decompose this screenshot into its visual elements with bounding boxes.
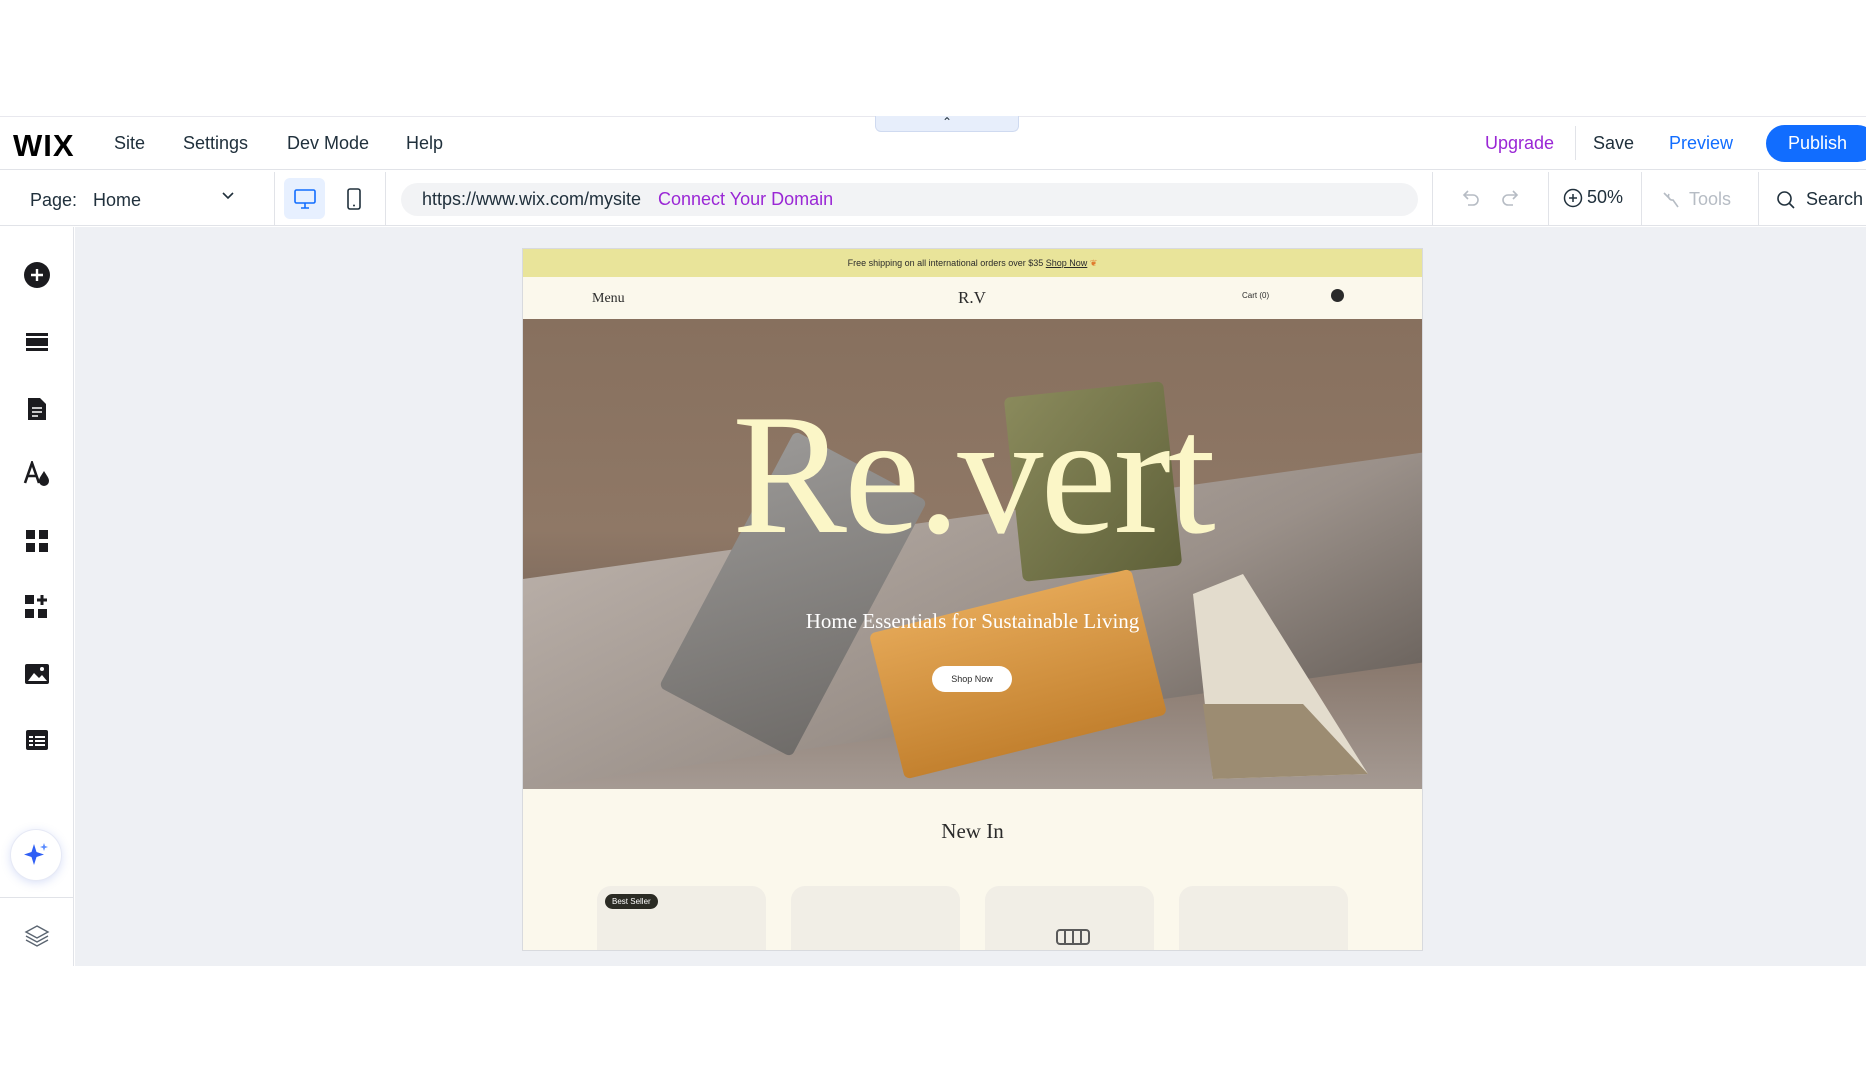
divider <box>1548 172 1549 226</box>
menu-site[interactable]: Site <box>114 133 145 154</box>
add-apps-icon[interactable] <box>22 592 52 622</box>
upgrade-button[interactable]: Upgrade <box>1485 133 1554 154</box>
sidebar-divider <box>0 897 74 898</box>
leaf-icon: ❦ <box>1089 258 1098 268</box>
menu-settings[interactable]: Settings <box>183 133 248 154</box>
site-menu[interactable]: Menu <box>592 291 625 307</box>
cms-icon[interactable] <box>22 725 52 755</box>
divider <box>1575 126 1576 160</box>
search-label: Search <box>1806 189 1864 209</box>
desktop-view-button[interactable] <box>284 178 325 219</box>
announcement-bar: Free shipping on all international order… <box>523 249 1422 277</box>
tools-label: Tools <box>1689 189 1732 209</box>
zoom-level: 50% <box>1587 187 1624 207</box>
shop-now-button[interactable]: Shop Now <box>932 666 1012 692</box>
add-elements-icon[interactable] <box>22 260 52 290</box>
connect-domain-link[interactable]: Connect Your Domain <box>658 189 833 210</box>
undo-icon[interactable] <box>1459 187 1481 215</box>
ai-assistant-button[interactable] <box>11 830 61 880</box>
redo-icon[interactable] <box>1500 187 1522 215</box>
page-selector[interactable]: Home <box>93 190 141 211</box>
search-button[interactable]: Search <box>1776 189 1863 210</box>
product-card[interactable] <box>791 886 960 950</box>
site-logo[interactable]: R.V <box>958 288 986 308</box>
preview-button[interactable]: Preview <box>1669 133 1733 154</box>
menu-dev-mode[interactable]: Dev Mode <box>287 133 369 154</box>
product-thumbnail-icon <box>1056 929 1090 945</box>
site-cart[interactable]: Cart (0) <box>1242 291 1269 300</box>
mobile-view-button[interactable] <box>333 178 374 219</box>
publish-button[interactable]: Publish <box>1766 125 1866 162</box>
mobile-icon <box>346 187 361 210</box>
announcement-text: Free shipping on all international order… <box>847 258 1044 268</box>
divider <box>1641 172 1642 226</box>
hero-subtitle: Home Essentials for Sustainable Living <box>805 609 1140 633</box>
wrench-icon <box>1663 191 1679 207</box>
divider <box>1432 172 1433 226</box>
save-button[interactable]: Save <box>1593 133 1634 154</box>
collapse-toolbar-tab[interactable]: ⌃ <box>875 116 1019 132</box>
chevron-up-icon: ⌃ <box>941 115 953 129</box>
product-card[interactable] <box>1179 886 1348 950</box>
tools-button[interactable]: Tools <box>1661 189 1731 210</box>
chevron-down-icon[interactable] <box>221 188 235 207</box>
best-seller-badge: Best Seller <box>605 894 658 909</box>
design-icon[interactable] <box>22 459 52 489</box>
zoom-control[interactable]: 50% <box>1563 187 1623 208</box>
zoom-in-icon <box>1563 188 1583 207</box>
divider <box>1758 172 1759 226</box>
site-url: https://www.wix.com/mysite <box>422 189 642 209</box>
product-card[interactable]: Best Seller <box>597 886 766 950</box>
user-icon[interactable] <box>1331 289 1344 302</box>
menu-help[interactable]: Help <box>406 133 443 154</box>
top-blank-area <box>0 0 1866 116</box>
ai-assistant-icon <box>24 843 48 865</box>
product-card[interactable] <box>985 886 1154 950</box>
hero-title: Re.vert <box>732 380 1215 570</box>
media-icon[interactable] <box>22 659 52 689</box>
site-preview[interactable]: Free shipping on all international order… <box>523 249 1422 950</box>
pages-icon[interactable] <box>22 394 52 424</box>
divider <box>385 172 386 226</box>
announcement-link[interactable]: Shop Now <box>1046 258 1088 268</box>
search-icon <box>1777 190 1795 209</box>
sections-icon[interactable] <box>22 327 52 357</box>
apps-icon[interactable] <box>22 526 52 556</box>
page-label: Page: <box>30 190 78 210</box>
desktop-icon <box>293 188 316 209</box>
new-in-heading: New In <box>941 819 1004 843</box>
hero-section: Re.vert Home Essentials for Sustainable … <box>523 319 1422 789</box>
bottom-blank-area <box>0 966 1866 1080</box>
soap-triangle <box>1193 574 1368 779</box>
divider <box>274 172 275 226</box>
layers-icon[interactable] <box>22 920 52 950</box>
wix-logo[interactable]: WIX <box>13 128 75 164</box>
site-header: Menu R.V Cart (0) <box>523 277 1422 319</box>
